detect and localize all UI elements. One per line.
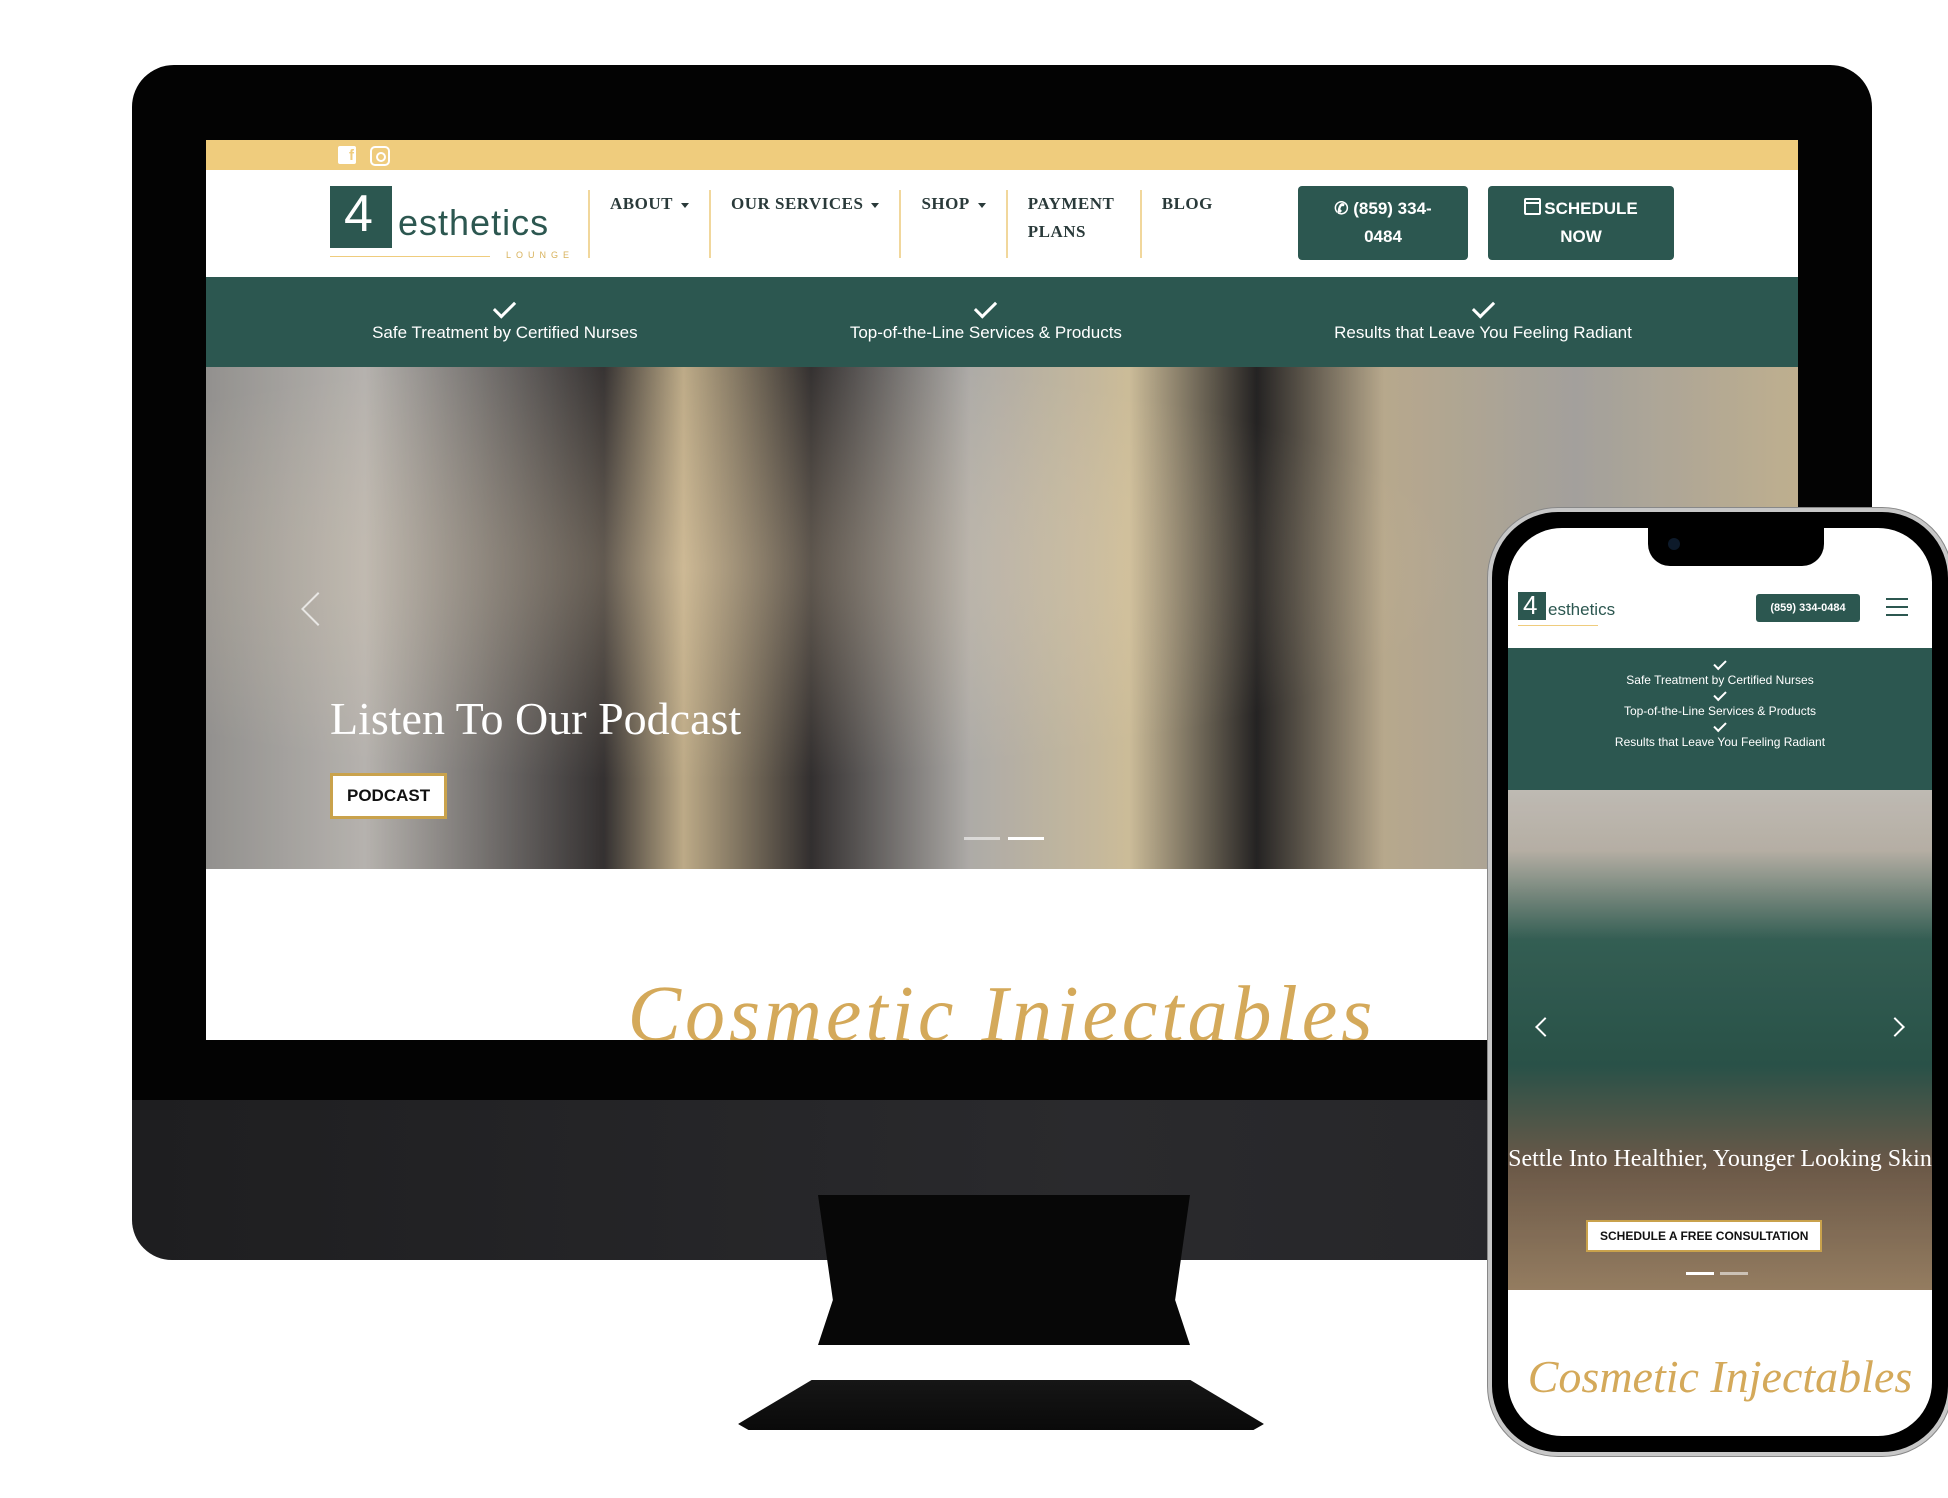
benefit-item: Results that Leave You Feeling Radiant: [1508, 718, 1932, 749]
benefit-text: Results that Leave You Feeling Radiant: [1334, 323, 1632, 342]
mobile-phone-mockup: 4 esthetics (859) 334-0484 Safe Treatmen…: [1488, 508, 1948, 1456]
logo-tagline: LOUNGE: [506, 250, 575, 260]
carousel-next-arrow-icon[interactable]: [1885, 1017, 1905, 1037]
checkmark-icon: [493, 295, 517, 319]
mobile-section-heading-script: Cosmetic Injectables: [1527, 1351, 1913, 1402]
nav-label: SHOP: [921, 194, 970, 213]
benefit-text: Safe Treatment by Certified Nurses: [372, 323, 638, 342]
call-phone-button[interactable]: ✆ (859) 334-0484: [1298, 186, 1468, 260]
checkmark-icon: [1713, 656, 1727, 671]
benefit-item: Safe Treatment by Certified Nurses: [372, 295, 638, 343]
checkmark-icon: [1713, 718, 1727, 733]
monitor-stand: [818, 1195, 1190, 1345]
facebook-icon[interactable]: f: [338, 146, 356, 164]
logo-underline: [1518, 625, 1598, 626]
social-links: f: [338, 146, 390, 166]
benefit-item: Safe Treatment by Certified Nurses: [1508, 656, 1932, 687]
benefit-text: Results that Leave You Feeling Radiant: [1614, 735, 1826, 749]
benefit-text: Safe Treatment by Certified Nurses: [1626, 673, 1814, 687]
caret-down-icon: [680, 202, 689, 208]
camera-icon: [1668, 538, 1680, 550]
checkmark-icon: [974, 295, 998, 319]
hero-title: Listen To Our Podcast: [330, 693, 742, 744]
carousel-dot-2[interactable]: [1008, 837, 1044, 840]
schedule-now-button[interactable]: SCHEDULE NOW: [1488, 186, 1674, 260]
brand-logo[interactable]: 4 esthetics LOUNGE: [330, 185, 575, 264]
site-header: 4 esthetics LOUNGE ABOUT OUR SERVICES SH…: [206, 170, 1798, 277]
benefit-text: Top-of-the-Line Services & Products: [1623, 704, 1817, 718]
logo-numeral: 4: [344, 185, 373, 243]
nav-item-payment-plans[interactable]: PAYMENT PLANS: [1005, 190, 1140, 258]
caret-down-icon: [977, 202, 986, 208]
nav-label: ABOUT: [610, 194, 673, 213]
benefit-item: Top-of-the-Line Services & Products: [1508, 687, 1932, 718]
main-nav: ABOUT OUR SERVICES SHOP PAYMENT PLANS BL…: [588, 190, 1233, 258]
nav-label: BLOG: [1161, 194, 1213, 213]
mobile-hero-title: Settle Into Healthier, Younger Looking S…: [1508, 1146, 1932, 1172]
benefit-item: Results that Leave You Feeling Radiant: [1334, 295, 1632, 343]
carousel-indicators: [964, 837, 1044, 840]
nav-item-about[interactable]: ABOUT: [588, 190, 709, 258]
phone-button-label: (859) 334-0484: [1353, 199, 1432, 246]
benefit-item: Top-of-the-Line Services & Products: [849, 295, 1122, 343]
carousel-dot-2[interactable]: [1720, 1272, 1748, 1275]
mobile-header: 4 esthetics (859) 334-0484: [1508, 580, 1932, 640]
social-topbar: f: [206, 140, 1798, 170]
checkmark-icon: [1471, 295, 1495, 319]
mobile-call-button[interactable]: (859) 334-0484: [1756, 594, 1860, 622]
mobile-website-screen: 4 esthetics (859) 334-0484 Safe Treatmen…: [1508, 528, 1932, 1436]
carousel-prev-arrow-icon[interactable]: [301, 592, 335, 626]
benefit-text: Top-of-the-Line Services & Products: [849, 323, 1122, 342]
carousel-dot-1[interactable]: [964, 837, 1000, 840]
mobile-benefits-bar: Safe Treatment by Certified Nurses Top-o…: [1508, 648, 1932, 790]
mobile-hero-carousel: Settle Into Healthier, Younger Looking S…: [1508, 790, 1932, 1290]
schedule-button-label: SCHEDULE NOW: [1544, 199, 1638, 246]
nav-label: PAYMENT PLANS: [1027, 194, 1115, 241]
carousel-dot-1[interactable]: [1686, 1272, 1714, 1275]
logo-underline: [330, 256, 490, 257]
logo-wordmark: esthetics: [1548, 600, 1616, 619]
logo-mark: 4: [1518, 590, 1546, 620]
instagram-icon[interactable]: [370, 146, 390, 166]
carousel-prev-arrow-icon[interactable]: [1535, 1017, 1555, 1037]
hamburger-menu-icon[interactable]: [1886, 598, 1908, 616]
logo-mark: 4: [330, 185, 392, 248]
nav-item-blog[interactable]: BLOG: [1139, 190, 1233, 258]
mobile-brand-logo[interactable]: 4 esthetics: [1518, 590, 1648, 632]
podcast-button[interactable]: PODCAST: [330, 773, 448, 819]
phone-notch: [1648, 528, 1824, 566]
phone-icon: ✆: [1334, 199, 1349, 218]
carousel-indicators: [1686, 1272, 1748, 1275]
calendar-icon: [1524, 198, 1542, 215]
caret-down-icon: [871, 202, 880, 208]
nav-item-our-services[interactable]: OUR SERVICES: [708, 190, 899, 258]
schedule-consultation-button[interactable]: SCHEDULE A FREE CONSULTATION: [1586, 1220, 1823, 1252]
benefits-bar: Safe Treatment by Certified Nurses Top-o…: [206, 277, 1798, 367]
checkmark-icon: [1713, 687, 1727, 702]
monitor-stand-base: [738, 1380, 1264, 1430]
logo-numeral: 4: [1523, 590, 1538, 620]
nav-item-shop[interactable]: SHOP: [899, 190, 1005, 258]
nav-label: OUR SERVICES: [730, 194, 864, 213]
logo-wordmark: esthetics: [398, 202, 550, 243]
